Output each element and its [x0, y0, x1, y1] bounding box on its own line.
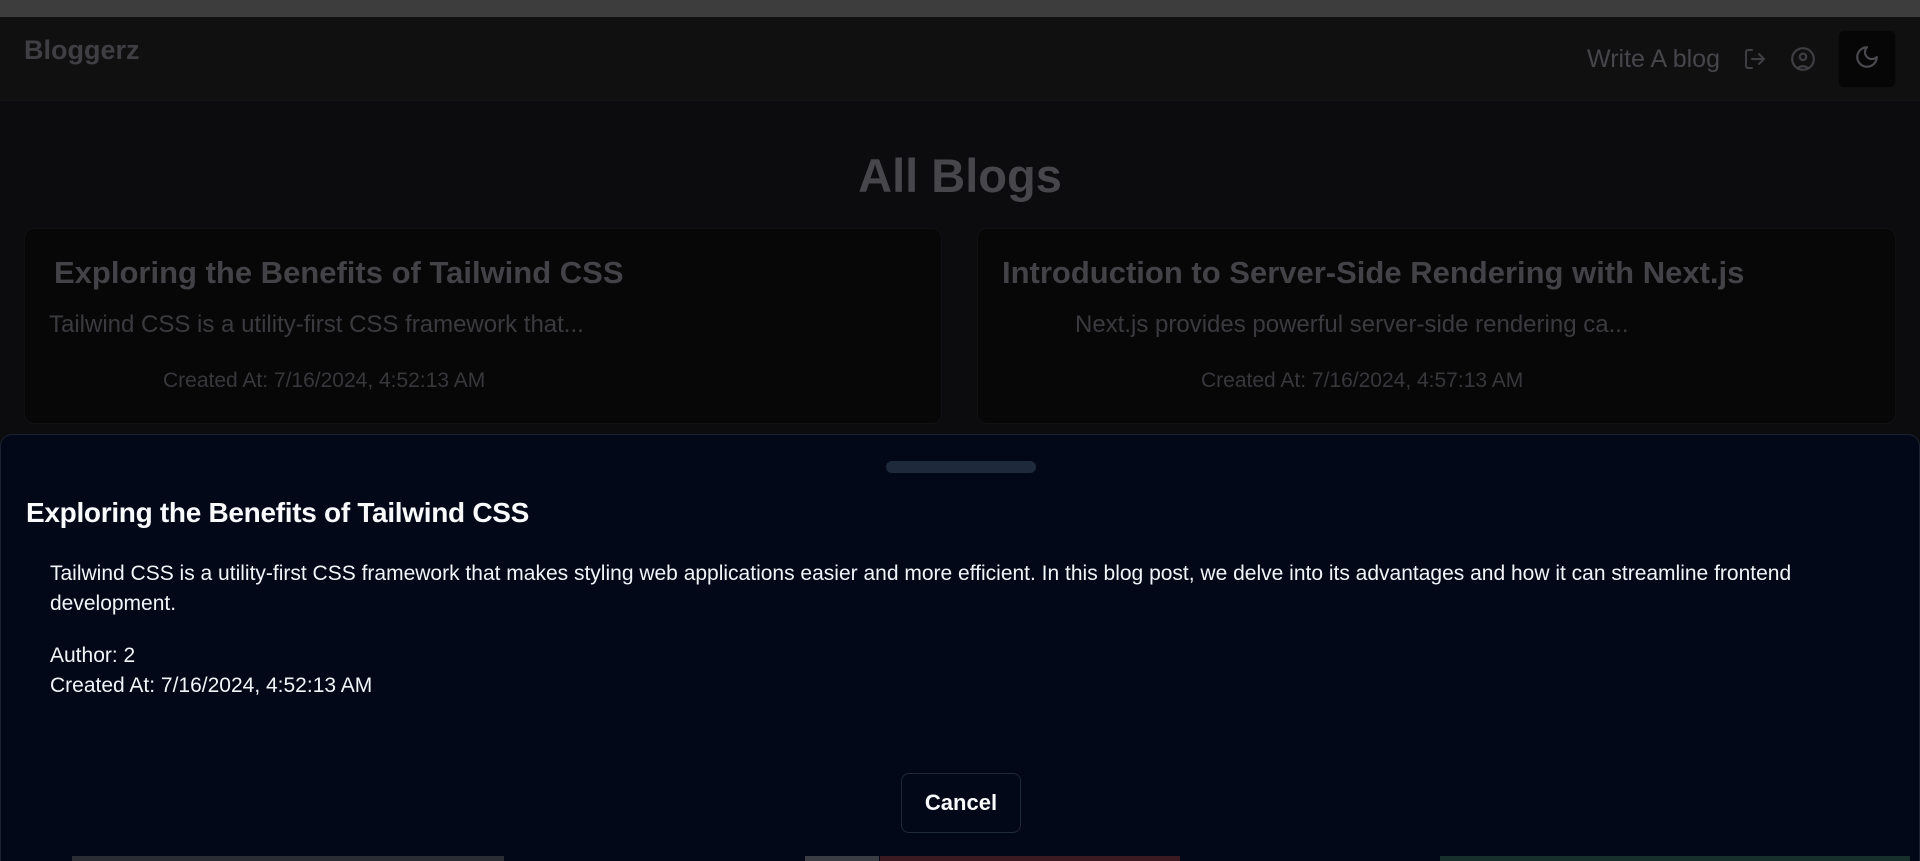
navbar: Bloggerz Write A blog	[0, 17, 1920, 101]
blog-card-date: Created At: 7/16/2024, 4:52:13 AM	[163, 369, 486, 392]
user-circle-icon[interactable]	[1790, 46, 1816, 72]
write-blog-link[interactable]: Write A blog	[1587, 45, 1720, 74]
blog-card[interactable]: Introduction to Server-Side Rendering wi…	[977, 228, 1896, 424]
taskbar-edge	[0, 856, 1920, 861]
drawer-title: Exploring the Benefits of Tailwind CSS	[26, 497, 530, 528]
browser-top-strip	[0, 0, 1920, 17]
drawer-description: Tailwind CSS is a utility-first CSS fram…	[50, 562, 1792, 615]
blog-card-date: Created At: 7/16/2024, 4:57:13 AM	[1201, 369, 1524, 392]
blog-card[interactable]: Exploring the Benefits of Tailwind CSS T…	[24, 228, 942, 424]
blog-card-title: Introduction to Server-Side Rendering wi…	[1002, 255, 1745, 290]
page-title: All Blogs	[858, 149, 1062, 202]
brand-logo[interactable]: Bloggerz	[24, 35, 140, 66]
theme-toggle-button[interactable]	[1838, 30, 1896, 88]
drawer-drag-handle[interactable]	[886, 461, 1036, 473]
cancel-button[interactable]: Cancel	[901, 773, 1021, 833]
blog-detail-drawer: Exploring the Benefits of Tailwind CSS T…	[0, 434, 1920, 861]
moon-icon	[1854, 44, 1880, 75]
blog-card-excerpt: Tailwind CSS is a utility-first CSS fram…	[49, 311, 584, 338]
blog-card-title: Exploring the Benefits of Tailwind CSS	[54, 255, 624, 290]
nav-actions: Write A blog	[1587, 29, 1896, 89]
logout-icon[interactable]	[1742, 46, 1768, 72]
drawer-meta: Author: 2 Created At: 7/16/2024, 4:52:13…	[50, 641, 372, 701]
drawer-author: Author: 2	[50, 644, 136, 667]
blog-card-excerpt: Next.js provides powerful server-side re…	[1075, 311, 1629, 338]
drawer-created-at: Created At: 7/16/2024, 4:52:13 AM	[50, 674, 373, 697]
